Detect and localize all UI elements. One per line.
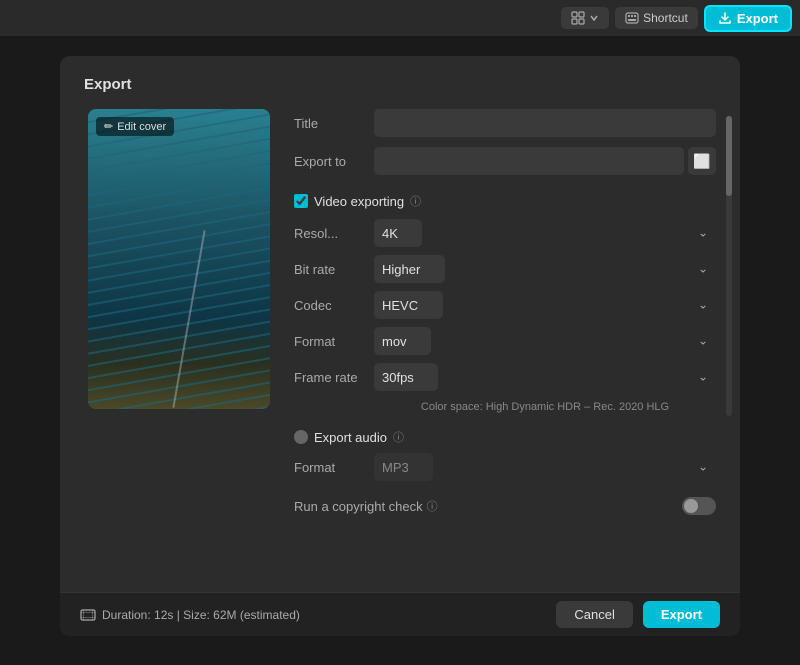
codec-label: Codec [294,298,374,313]
codec-row: Codec HEVC [294,291,716,319]
resolution-dropdown-wrapper: 4K [374,219,716,247]
cancel-button[interactable]: Cancel [556,601,632,628]
video-section-header: Video exporting ⓘ [294,193,716,209]
bitrate-select[interactable]: Higher [374,255,445,283]
export-button[interactable]: Export [643,601,720,628]
copyright-row: Run a copyright check ⓘ [294,497,716,515]
format-label: Format [294,334,374,349]
copyright-label: Run a copyright check ⓘ [294,498,682,514]
export-dialog: Export ✏ Edit cover Title [60,56,740,636]
resolution-row: Resol... 4K [294,219,716,247]
bitrate-label: Bit rate [294,262,374,277]
form-area: Title Export to ⬜ Video exporting ⓘ [294,109,716,515]
bottom-bar: Duration: 12s | Size: 62M (estimated) Ca… [60,592,740,636]
layout-icon [571,11,585,25]
shortcut-label: Shortcut [643,11,688,25]
framerate-select[interactable]: 30fps [374,363,438,391]
scrollbar[interactable] [726,116,732,416]
duration-size-label: Duration: 12s | Size: 62M (estimated) [102,608,300,622]
copyright-toggle[interactable] [682,497,716,515]
bitrate-dropdown-wrapper: Higher [374,255,716,283]
export-to-row: Export to ⬜ [294,147,716,175]
audio-section-label: Export audio [314,430,387,445]
bitrate-row: Bit rate Higher [294,255,716,283]
copyright-info-icon: ⓘ [427,498,438,514]
format-row: Format mov [294,327,716,355]
audio-format-dropdown-wrapper: MP3 [374,453,716,481]
dialog-title: Export [84,76,716,93]
framerate-label: Frame rate [294,370,374,385]
color-space-note: Color space: High Dynamic HDR – Rec. 202… [294,401,716,413]
codec-dropdown-wrapper: HEVC [374,291,716,319]
audio-info-icon: ⓘ [393,429,404,445]
scroll-thumb [726,116,732,196]
audio-toggle-dot [294,430,308,444]
framerate-dropdown-wrapper: 30fps [374,363,716,391]
title-label: Title [294,116,374,131]
edit-cover-button[interactable]: ✏ Edit cover [96,117,174,136]
export-icon [718,11,732,25]
edit-cover-label: Edit cover [117,121,166,133]
main-area: Export ✏ Edit cover Title [0,36,800,665]
resolution-label: Resol... [294,226,374,241]
shortcut-button[interactable]: Shortcut [615,7,698,29]
title-row: Title [294,109,716,137]
video-info-icon: ⓘ [410,193,421,209]
dialog-body: ✏ Edit cover Title Export to ⬜ [84,109,716,515]
codec-select[interactable]: HEVC [374,291,443,319]
toggle-knob [684,499,698,513]
export-to-label: Export to [294,154,374,169]
resolution-select[interactable]: 4K [374,219,422,247]
folder-icon: ⬜ [693,153,710,170]
framerate-row: Frame rate 30fps [294,363,716,391]
video-checkbox[interactable] [294,194,308,208]
audio-format-row: Format MP3 [294,453,716,481]
audio-section-header: Export audio ⓘ [294,429,716,445]
pencil-icon: ✏ [104,120,113,133]
keyboard-icon [625,12,639,24]
title-input[interactable] [374,109,716,137]
export-top-label: Export [737,11,778,26]
export-top-button[interactable]: Export [704,5,792,32]
video-section-label: Video exporting [314,194,404,209]
audio-format-label: Format [294,460,374,475]
copyright-label-text: Run a copyright check [294,499,423,514]
format-select[interactable]: mov [374,327,431,355]
water-visual [88,109,270,409]
chevron-down-icon [589,13,599,23]
film-icon [80,609,96,621]
layout-icon-btn[interactable] [561,7,609,29]
folder-button[interactable]: ⬜ [688,147,716,175]
thumbnail-area: ✏ Edit cover [84,109,274,515]
export-to-input[interactable] [374,147,684,175]
bottom-info: Duration: 12s | Size: 62M (estimated) [80,608,300,622]
top-bar: Shortcut Export [0,0,800,36]
bottom-actions: Cancel Export [556,601,720,628]
video-thumbnail: ✏ Edit cover [88,109,270,409]
audio-format-select[interactable]: MP3 [374,453,433,481]
audio-section: Export audio ⓘ Format MP3 [294,429,716,489]
format-dropdown-wrapper: mov [374,327,716,355]
